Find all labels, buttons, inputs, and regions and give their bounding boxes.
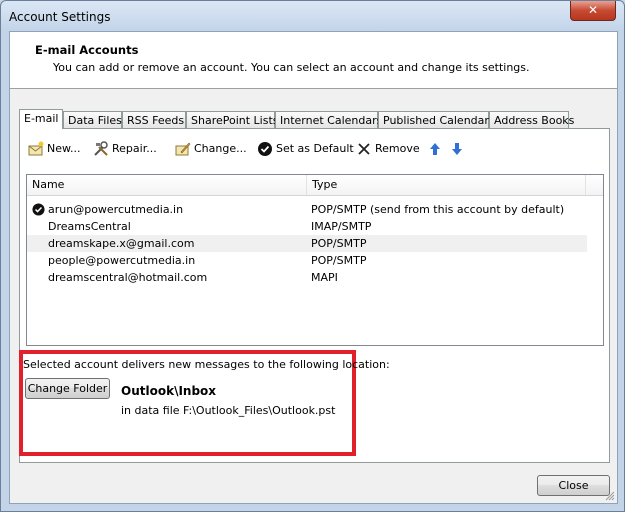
new-button[interactable]: New... [28,139,80,159]
window-close-button[interactable]: ✕ [570,1,616,21]
account-row[interactable]: dreamskape.x@gmail.com POP/SMTP [27,235,587,252]
window-title: Account Settings [9,10,111,24]
repair-button[interactable]: Repair... [93,139,157,159]
change-button[interactable]: Change... [175,139,247,159]
set-as-default-label: Set as Default [276,142,354,155]
header-subtitle: You can add or remove an account. You ca… [53,61,530,74]
account-type: POP/SMTP [311,237,367,250]
x-remove-icon [358,143,370,155]
tab-label: SharePoint Lists [191,114,279,127]
account-row[interactable]: dreamscentral@hotmail.com MAPI [27,269,587,286]
account-name: arun@powercutmedia.in [48,203,184,216]
header-filler [585,175,603,195]
list-header: Name Type [27,175,603,196]
account-name: people@powercutmedia.in [48,254,196,267]
new-mail-icon [28,141,44,156]
accounts-list[interactable]: Name Type arun@powercutmedia.in POP/SMTP… [26,174,604,346]
delivery-data-file: in data file F:\Outlook_Files\Outlook.ps… [121,404,336,417]
new-button-label: New... [47,142,81,155]
move-down-button[interactable] [449,139,468,159]
repair-tools-icon [94,141,108,156]
tab-label: Data Files [68,114,122,127]
account-name: DreamsCentral [48,220,131,233]
set-as-default-button[interactable]: Set as Default [257,139,354,159]
tab-data-files[interactable]: Data Files [63,111,122,128]
remove-button-label: Remove [375,142,420,155]
change-folder-button[interactable]: Change Folder [25,378,110,399]
account-row[interactable]: DreamsCentral IMAP/SMTP [27,218,587,235]
account-type: POP/SMTP (send from this account by defa… [311,203,565,216]
account-name: dreamskape.x@gmail.com [48,237,195,250]
default-account-check-icon [32,203,45,216]
delivery-folder: Outlook\Inbox [121,384,217,398]
column-header-name[interactable]: Name [27,175,307,195]
tab-label: Internet Calendars [280,114,383,127]
dialog-header: E-mail Accounts You can add or remove an… [10,32,617,89]
dialog-client-area: E-mail Accounts You can add or remove an… [9,31,618,504]
arrow-up-icon [430,143,440,155]
change-button-label: Change... [194,142,247,155]
resize-grip-icon[interactable] [605,491,615,501]
header-title: E-mail Accounts [35,43,139,57]
tab-label: RSS Feeds [127,114,185,127]
close-button[interactable]: Close [537,475,610,496]
account-settings-window: Account Settings ✕ E-mail Accounts You c… [0,0,625,512]
checkmark-circle-icon [258,142,272,156]
account-type: POP/SMTP [311,254,367,267]
tab-label: Published Calendars [383,114,495,127]
repair-button-label: Repair... [112,142,157,155]
tab-address-books[interactable]: Address Books [489,111,574,128]
tab-email[interactable]: E-mail [19,109,63,129]
delivery-location-description: Selected account delivers new messages t… [23,358,390,371]
account-type: MAPI [311,271,338,284]
account-name: dreamscentral@hotmail.com [48,271,208,284]
column-header-type[interactable]: Type [307,175,586,195]
tab-rss-feeds[interactable]: RSS Feeds [122,111,186,128]
account-type: IMAP/SMTP [311,220,372,233]
tab-label: E-mail [24,112,59,125]
arrow-down-icon [452,143,462,155]
change-icon [175,142,191,156]
tab-sharepoint-lists[interactable]: SharePoint Lists [186,111,279,128]
move-up-button[interactable] [427,139,446,159]
remove-button[interactable]: Remove [356,139,420,159]
tab-published-calendars[interactable]: Published Calendars [378,111,495,128]
tab-internet-calendars[interactable]: Internet Calendars [275,111,382,128]
account-row[interactable]: people@powercutmedia.in POP/SMTP [27,252,587,269]
title-bar[interactable]: Account Settings ✕ [1,1,624,31]
tab-label: Address Books [494,114,575,127]
account-row[interactable]: arun@powercutmedia.in POP/SMTP (send fro… [27,201,587,218]
